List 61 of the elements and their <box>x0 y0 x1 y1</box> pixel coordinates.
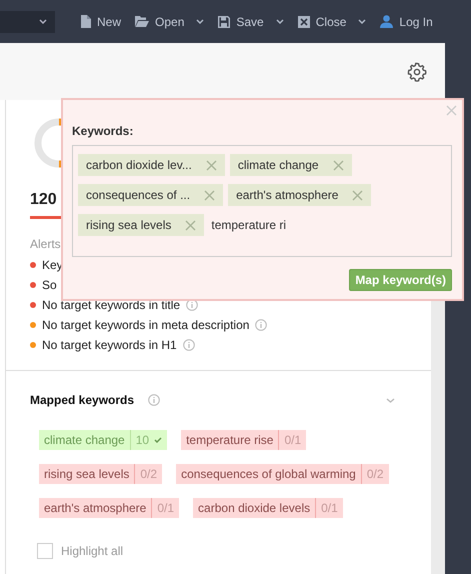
close-icon[interactable] <box>446 105 457 116</box>
mapped-keyword-tag[interactable]: temperature rise 0/1 <box>181 430 306 450</box>
settings-icon[interactable] <box>407 62 427 82</box>
project-dropdown[interactable] <box>0 10 55 32</box>
remove-icon[interactable] <box>206 160 217 170</box>
file-icon <box>81 15 91 28</box>
tag-label: carbon dioxide lev... <box>86 157 192 174</box>
toolbar-button[interactable]: Log In <box>380 12 433 30</box>
info-icon[interactable] <box>182 339 195 351</box>
keywords-label: Keywords: <box>72 123 134 140</box>
tag-label: consequences of ... <box>86 187 190 204</box>
chevron-down-icon[interactable] <box>358 19 366 24</box>
mapped-keyword-tag[interactable]: consequences of global warming 0/2 <box>176 464 389 484</box>
info-icon[interactable] <box>255 319 268 331</box>
keyword-count: 0/1 <box>321 500 338 517</box>
mapped-keyword-tag[interactable]: carbon dioxide levels 0/1 <box>193 498 343 518</box>
toolbar-button[interactable]: New <box>81 12 122 30</box>
alerts-label: Alerts <box>30 236 61 252</box>
typed-text: temperature ri <box>210 217 286 234</box>
alert-text: No target keywords in meta description <box>42 317 250 334</box>
folder-icon <box>135 16 150 27</box>
checkbox-label: Highlight all <box>61 543 124 560</box>
info-icon[interactable] <box>186 299 198 311</box>
chevron-down-icon[interactable] <box>276 19 284 24</box>
tag-label: earth's atmosphere <box>236 187 338 204</box>
chevron-down-icon <box>39 19 47 24</box>
mapped-keyword-tag[interactable]: earth's atmosphere 0/1 <box>39 498 180 518</box>
toolbar-button[interactable]: Save <box>218 12 264 30</box>
info-icon[interactable] <box>148 394 160 406</box>
keyword-count: 0/2 <box>366 466 384 483</box>
user-icon <box>380 15 394 28</box>
alert-text: No target keywords in H1 <box>42 337 177 354</box>
keyword-count: 0/1 <box>284 432 302 449</box>
remove-icon[interactable] <box>185 220 196 230</box>
score-value: 120 <box>30 190 57 210</box>
section-title: Mapped keywords <box>30 392 134 409</box>
chevron-down-icon[interactable] <box>196 19 204 24</box>
keyword-label: consequences of global warming <box>176 464 362 484</box>
tag-label: climate change <box>238 157 319 174</box>
keyword-label: climate change <box>39 430 131 450</box>
check-icon <box>154 437 162 443</box>
toolbar-button[interactable]: Open <box>135 12 184 30</box>
keyword-count: 0/2 <box>140 466 158 483</box>
remove-icon[interactable] <box>352 190 364 200</box>
mapped-keyword-tag[interactable]: climate change 10 <box>39 430 168 450</box>
close-icon <box>298 16 310 28</box>
alert-text: No target keywords in title <box>42 297 180 314</box>
toolbar-button[interactable]: Close <box>298 12 346 30</box>
remove-icon[interactable] <box>204 190 216 200</box>
keyword-count: 10 <box>136 432 150 449</box>
keywords-field[interactable]: carbon dioxide lev... climate change consequences of ... earth's atmosphere rising sea levels temperature ri <box>72 145 452 257</box>
keyword-label: carbon dioxide levels <box>193 498 316 518</box>
remove-icon[interactable] <box>332 160 344 170</box>
alert-text: So <box>42 277 57 294</box>
keyword-label: rising sea levels <box>39 464 136 484</box>
mapped-keyword-tag[interactable]: rising sea levels 0/2 <box>39 464 162 484</box>
keyword-count: 0/1 <box>157 500 174 517</box>
keyword-label: earth's atmosphere <box>39 498 152 518</box>
checkbox[interactable] <box>37 543 53 559</box>
tag-label: rising sea levels <box>86 217 172 234</box>
keyword-label: temperature rise <box>181 430 280 450</box>
